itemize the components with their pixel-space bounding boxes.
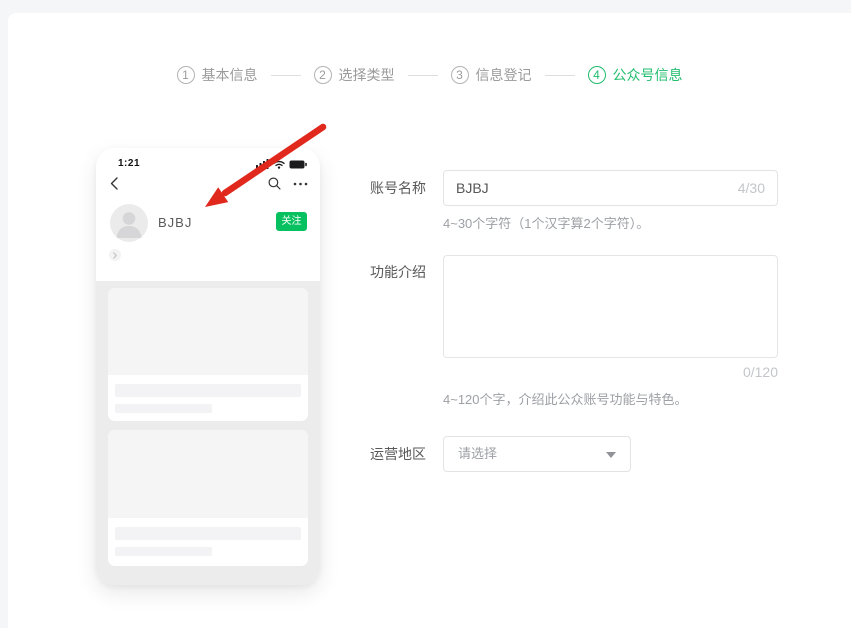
article-card-placeholder xyxy=(108,288,308,421)
step-2-circle: 2 xyxy=(314,66,332,84)
red-annotation-arrow xyxy=(195,115,335,220)
step-select-type: 2 选择类型 xyxy=(314,65,395,85)
article-feed-placeholder xyxy=(96,281,320,585)
step-1-circle: 1 xyxy=(177,66,195,84)
article-image-placeholder xyxy=(108,430,308,518)
step-3-label: 信息登记 xyxy=(476,65,532,85)
step-account-info: 4 公众号信息 xyxy=(588,65,683,85)
chevron-right-icon xyxy=(109,249,121,261)
intro-field-wrap xyxy=(443,255,778,358)
account-name-input[interactable] xyxy=(444,171,777,205)
region-label: 运营地区 xyxy=(370,436,426,472)
intro-hint: 4~120个字，介绍此公众账号功能与特色。 xyxy=(443,389,688,408)
article-card-placeholder xyxy=(108,430,308,566)
account-name-preview: BJBJ xyxy=(158,215,192,230)
step-4-circle: 4 xyxy=(588,66,606,84)
step-connector xyxy=(408,75,438,76)
step-connector xyxy=(271,75,301,76)
registration-panel: 1 基本信息 2 选择类型 3 信息登记 4 公众号信息 1:21 xyxy=(8,13,851,628)
intro-label: 功能介绍 xyxy=(370,262,426,282)
step-3-circle: 3 xyxy=(451,66,469,84)
step-1-label: 基本信息 xyxy=(202,65,258,85)
step-connector xyxy=(545,75,575,76)
status-time: 1:21 xyxy=(118,158,140,169)
article-subtitle-placeholder xyxy=(115,404,212,413)
article-title-placeholder xyxy=(115,527,301,540)
step-2-label: 选择类型 xyxy=(339,65,395,85)
account-name-counter: 4/30 xyxy=(738,171,765,205)
article-image-placeholder xyxy=(108,288,308,375)
account-name-label: 账号名称 xyxy=(370,170,426,206)
avatar-person-icon xyxy=(110,204,148,242)
intro-textarea[interactable] xyxy=(444,256,777,357)
region-select[interactable]: 请选择 xyxy=(443,436,631,472)
article-subtitle-placeholder xyxy=(115,547,212,556)
stepper: 1 基本信息 2 选择类型 3 信息登记 4 公众号信息 xyxy=(8,65,851,85)
article-title-placeholder xyxy=(115,384,301,397)
intro-counter: 0/120 xyxy=(443,364,778,380)
caret-down-icon xyxy=(606,452,616,458)
account-name-hint: 4~30个字符（1个汉字算2个字符）。 xyxy=(443,213,649,232)
account-name-field-wrap: 4/30 xyxy=(443,170,778,206)
back-icon xyxy=(110,177,118,190)
step-info-registration: 3 信息登记 xyxy=(451,65,532,85)
step-4-label: 公众号信息 xyxy=(613,65,683,85)
step-basic-info: 1 基本信息 xyxy=(177,65,258,85)
region-select-value: 请选择 xyxy=(458,437,497,471)
